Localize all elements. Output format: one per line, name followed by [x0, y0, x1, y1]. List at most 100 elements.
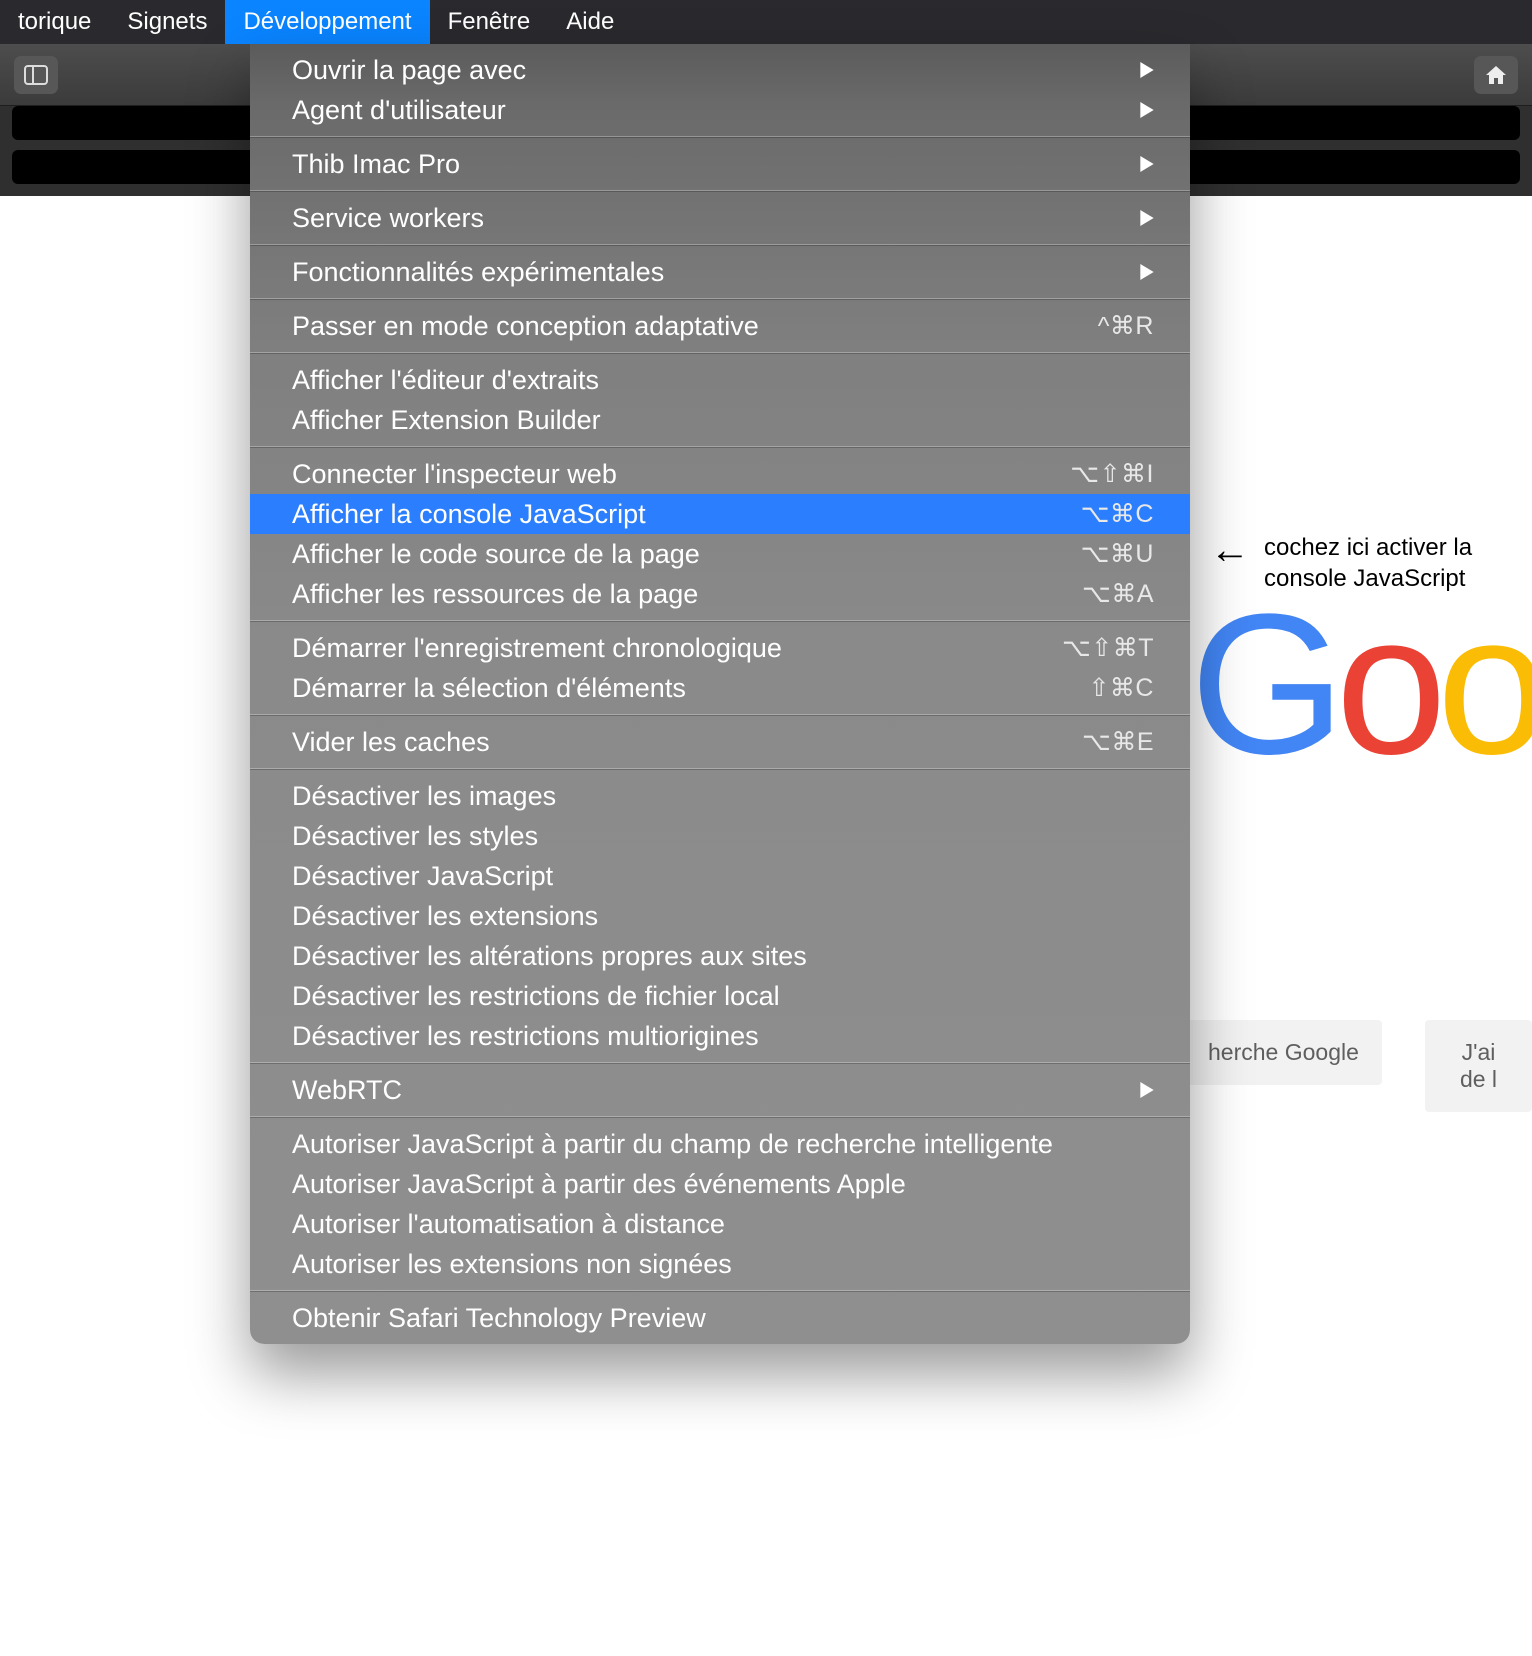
google-logo: G o o g — [1190, 570, 1532, 800]
sidebar-icon — [24, 65, 48, 85]
button-label: J'ai de l — [1460, 1039, 1497, 1092]
menu-item[interactable]: Autoriser JavaScript à partir des événem… — [250, 1164, 1190, 1204]
annotation-text: cochez ici activer la console JavaScript — [1264, 532, 1472, 594]
menu-item[interactable]: Fonctionnalités expérimentales — [250, 252, 1190, 292]
menu-item[interactable]: Ouvrir la page avec — [250, 50, 1190, 90]
sidebar-toggle-button[interactable] — [14, 56, 58, 94]
menu-item[interactable]: Afficher l'éditeur d'extraits — [250, 360, 1190, 400]
arrow-left-icon: ← — [1210, 528, 1250, 573]
menubar: torique Signets Développement Fenêtre Ai… — [0, 0, 1532, 44]
menu-item-label: Vider les caches — [292, 727, 1062, 758]
menu-item[interactable]: Service workers — [250, 198, 1190, 238]
menu-item-label: Thib Imac Pro — [292, 149, 1128, 180]
menu-item-label: Ouvrir la page avec — [292, 55, 1128, 86]
menu-section: Vider les caches⌥⌘E — [250, 716, 1190, 768]
menu-item[interactable]: Thib Imac Pro — [250, 144, 1190, 184]
menu-item[interactable]: Désactiver les images — [250, 776, 1190, 816]
home-icon — [1484, 64, 1508, 86]
menu-item-label: Autoriser JavaScript à partir du champ d… — [292, 1129, 1154, 1160]
menu-item[interactable]: Obtenir Safari Technology Preview — [250, 1298, 1190, 1338]
menu-fenetre[interactable]: Fenêtre — [430, 0, 549, 44]
menu-item[interactable]: Désactiver JavaScript — [250, 856, 1190, 896]
menu-item[interactable]: Désactiver les restrictions de fichier l… — [250, 976, 1190, 1016]
menu-item[interactable]: Afficher le code source de la page⌥⌘U — [250, 534, 1190, 574]
menu-item[interactable]: Désactiver les restrictions multiorigine… — [250, 1016, 1190, 1056]
menu-item[interactable]: Autoriser l'automatisation à distance — [250, 1204, 1190, 1244]
google-lucky-button[interactable]: J'ai de l — [1425, 1020, 1532, 1112]
menu-item-shortcut: ⌥⇧⌘I — [1070, 459, 1154, 489]
menu-item-label: Désactiver les altérations propres aux s… — [292, 941, 1154, 972]
menu-aide[interactable]: Aide — [548, 0, 632, 44]
menu-section: WebRTC — [250, 1064, 1190, 1116]
menu-item-label: Autoriser les extensions non signées — [292, 1249, 1154, 1280]
menu-item[interactable]: Démarrer la sélection d'éléments⇧⌘C — [250, 668, 1190, 708]
menu-label: Développement — [243, 8, 411, 36]
submenu-arrow-icon — [1140, 210, 1154, 226]
submenu-arrow-icon — [1140, 1082, 1154, 1098]
button-label: herche Google — [1208, 1039, 1359, 1065]
menu-item[interactable]: Autoriser les extensions non signées — [250, 1244, 1190, 1284]
menu-item[interactable]: Afficher la console JavaScript ⌥⌘C — [250, 494, 1190, 534]
menu-item[interactable]: Vider les caches⌥⌘E — [250, 722, 1190, 762]
menu-item-label: Autoriser JavaScript à partir des événem… — [292, 1169, 1154, 1200]
menu-label: Fenêtre — [448, 8, 531, 36]
menu-section: Fonctionnalités expérimentales — [250, 246, 1190, 298]
menu-item-label: Afficher Extension Builder — [292, 405, 1154, 436]
home-button[interactable] — [1474, 56, 1518, 94]
submenu-arrow-icon — [1140, 102, 1154, 118]
menu-item-shortcut: ⌥⌘U — [1081, 539, 1154, 569]
menu-item[interactable]: Agent d'utilisateur — [250, 90, 1190, 130]
submenu-arrow-icon — [1140, 264, 1154, 280]
menu-item-label: Désactiver les restrictions multiorigine… — [292, 1021, 1154, 1052]
menu-item-label: WebRTC — [292, 1075, 1128, 1106]
menu-item-label: Afficher la console JavaScript — [292, 499, 1061, 530]
menu-item-label: Passer en mode conception adaptative — [292, 311, 1078, 342]
submenu-arrow-icon — [1140, 156, 1154, 172]
menu-item-shortcut: ⌥⌘A — [1082, 579, 1154, 609]
menu-item-label: Service workers — [292, 203, 1128, 234]
google-logo-letter: o — [1437, 570, 1532, 800]
menu-signets[interactable]: Signets — [109, 0, 225, 44]
menu-item-label: Démarrer l'enregistrement chronologique — [292, 633, 1042, 664]
menu-item[interactable]: WebRTC — [250, 1070, 1190, 1110]
menu-section: Connecter l'inspecteur web ⌥⇧⌘I Afficher l… — [250, 448, 1190, 620]
menu-item-shortcut: ⌥⇧⌘T — [1062, 633, 1154, 663]
menu-item[interactable]: Désactiver les styles — [250, 816, 1190, 856]
menu-item-label: Autoriser l'automatisation à distance — [292, 1209, 1154, 1240]
menu-developpement[interactable]: Développement — [225, 0, 429, 44]
menu-section: Désactiver les images Désactiver les styl… — [250, 770, 1190, 1062]
menu-section: Afficher l'éditeur d'extraits Afficher Ex… — [250, 354, 1190, 446]
google-logo-letter: G — [1190, 570, 1336, 800]
menu-historique[interactable]: torique — [0, 0, 109, 44]
menu-item-label: Désactiver les restrictions de fichier l… — [292, 981, 1154, 1012]
menu-item-label: Fonctionnalités expérimentales — [292, 257, 1128, 288]
menu-section: Ouvrir la page avec Agent d'utilisateur — [250, 44, 1190, 136]
menu-item[interactable]: Connecter l'inspecteur web ⌥⇧⌘I — [250, 454, 1190, 494]
submenu-arrow-icon — [1140, 62, 1154, 78]
menu-item-label: Démarrer la sélection d'éléments — [292, 673, 1068, 704]
menu-item[interactable]: Passer en mode conception adaptative ^⌘R — [250, 306, 1190, 346]
menu-item[interactable]: Afficher Extension Builder — [250, 400, 1190, 440]
menu-item[interactable]: Désactiver les extensions — [250, 896, 1190, 936]
menu-item-label: Connecter l'inspecteur web — [292, 459, 1050, 490]
google-search-button[interactable]: herche Google — [1185, 1020, 1382, 1085]
google-logo-letter: o — [1336, 570, 1437, 800]
menu-item-shortcut: ⌥⌘C — [1081, 499, 1154, 529]
menu-item[interactable]: Afficher les ressources de la page ⌥⌘A — [250, 574, 1190, 614]
menu-item-label: Afficher les ressources de la page — [292, 579, 1062, 610]
menu-section: Démarrer l'enregistrement chronologique ⌥… — [250, 622, 1190, 714]
menu-item-label: Obtenir Safari Technology Preview — [292, 1303, 1154, 1334]
menu-section: Thib Imac Pro — [250, 138, 1190, 190]
menu-section: Obtenir Safari Technology Preview — [250, 1292, 1190, 1344]
menu-label: Signets — [127, 8, 207, 36]
menu-item[interactable]: Désactiver les altérations propres aux s… — [250, 936, 1190, 976]
menu-item[interactable]: Démarrer l'enregistrement chronologique ⌥… — [250, 628, 1190, 668]
annotation-line: cochez ici activer la — [1264, 534, 1472, 561]
menu-item-shortcut: ^⌘R — [1098, 311, 1154, 341]
menu-section: Passer en mode conception adaptative ^⌘R — [250, 300, 1190, 352]
menu-section: Autoriser JavaScript à partir du champ d… — [250, 1118, 1190, 1290]
menu-item[interactable]: Autoriser JavaScript à partir du champ d… — [250, 1124, 1190, 1164]
menu-item-label: Désactiver JavaScript — [292, 861, 1154, 892]
menu-item-label: Désactiver les styles — [292, 821, 1154, 852]
menu-label: Aide — [566, 8, 614, 36]
